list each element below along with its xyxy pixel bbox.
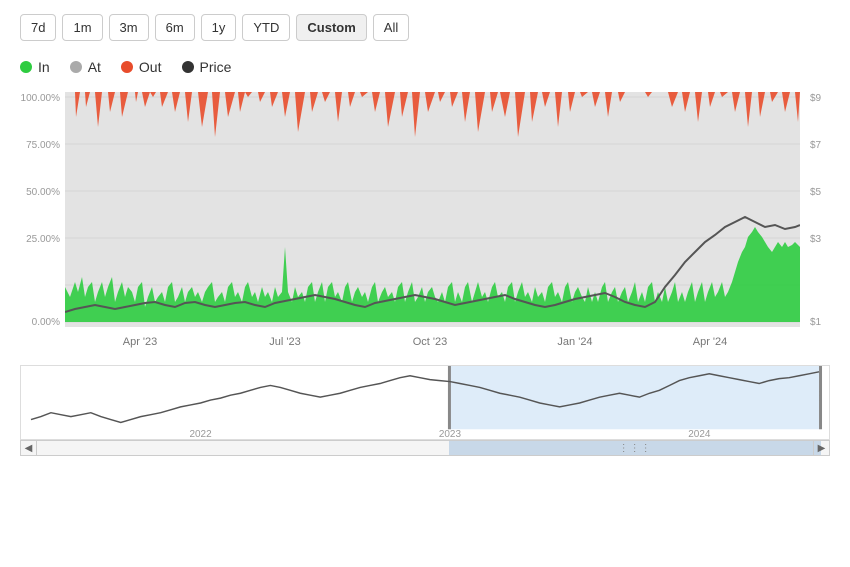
legend-label-price: Price (200, 59, 232, 75)
svg-text:100.00%: 100.00% (21, 93, 61, 104)
scrollbar: ◀ ⋮⋮⋮ ▶ (20, 440, 830, 456)
svg-text:2022: 2022 (189, 429, 211, 439)
main-chart-svg: 100.00% 75.00% 50.00% 25.00% 0.00% $9 $7… (20, 87, 830, 357)
svg-text:$3: $3 (810, 234, 822, 245)
scrollbar-handle-icon: ⋮⋮⋮ (619, 443, 652, 454)
mini-chart-svg: 2022 2023 2024 ⋮ ⋮ (21, 366, 829, 439)
btn-all[interactable]: All (373, 14, 409, 41)
chart-legend: In At Out Price (0, 51, 850, 87)
btn-ytd[interactable]: YTD (242, 14, 290, 41)
svg-text:2024: 2024 (688, 429, 711, 439)
legend-at: At (70, 59, 101, 75)
btn-3m[interactable]: 3m (109, 14, 149, 41)
svg-text:0.00%: 0.00% (32, 317, 60, 328)
svg-text:$1: $1 (810, 317, 822, 328)
btn-6m[interactable]: 6m (155, 14, 195, 41)
mini-chart-container: 2022 2023 2024 ⋮ ⋮ (20, 365, 830, 440)
svg-text:2023: 2023 (439, 429, 462, 439)
svg-text:⋮: ⋮ (442, 388, 456, 403)
legend-price: Price (182, 59, 232, 75)
legend-label-at: At (88, 59, 101, 75)
svg-text:Oct '23: Oct '23 (413, 336, 448, 348)
svg-text:Apr '24: Apr '24 (693, 336, 728, 348)
btn-7d[interactable]: 7d (20, 14, 56, 41)
legend-out: Out (121, 59, 162, 75)
svg-text:Jul '23: Jul '23 (269, 336, 300, 348)
legend-dot-in (20, 61, 32, 73)
scrollbar-left-arrow[interactable]: ◀ (21, 440, 37, 456)
btn-custom[interactable]: Custom (296, 14, 366, 41)
svg-text:Apr '23: Apr '23 (123, 336, 158, 348)
svg-text:25.00%: 25.00% (26, 234, 60, 245)
svg-text:Jan '24: Jan '24 (557, 336, 592, 348)
svg-text:$7: $7 (810, 140, 822, 151)
svg-text:$9: $9 (810, 93, 822, 104)
legend-in: In (20, 59, 50, 75)
legend-dot-out (121, 61, 133, 73)
scrollbar-thumb[interactable]: ⋮⋮⋮ (449, 441, 821, 455)
svg-text:75.00%: 75.00% (26, 140, 60, 151)
legend-dot-at (70, 61, 82, 73)
legend-label-out: Out (139, 59, 162, 75)
legend-label-in: In (38, 59, 50, 75)
svg-text:⋮: ⋮ (813, 388, 827, 403)
main-chart-container: 100.00% 75.00% 50.00% 25.00% 0.00% $9 $7… (20, 87, 830, 357)
svg-text:50.00%: 50.00% (26, 187, 60, 198)
scrollbar-right-arrow[interactable]: ▶ (813, 440, 829, 456)
btn-1m[interactable]: 1m (62, 14, 102, 41)
time-range-bar: 7d 1m 3m 6m 1y YTD Custom All (0, 0, 850, 51)
btn-1y[interactable]: 1y (201, 14, 237, 41)
legend-dot-price (182, 61, 194, 73)
svg-text:$5: $5 (810, 187, 822, 198)
